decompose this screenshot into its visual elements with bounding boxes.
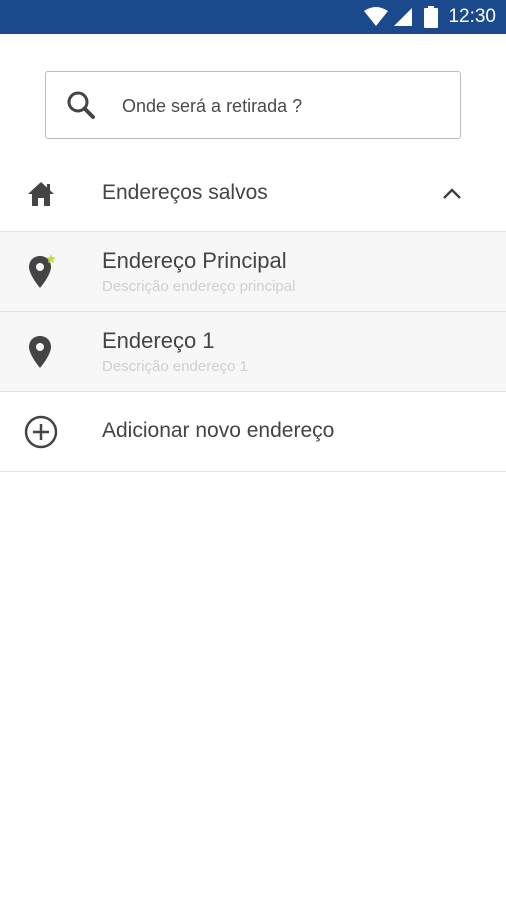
address-item-principal[interactable]: Endereço Principal Descrição endereço pr… [0,232,506,312]
status-time: 12:30 [448,6,496,27]
add-address-button[interactable]: Adicionar novo endereço [0,392,506,472]
location-pin-icon [29,336,51,368]
saved-addresses-header[interactable]: Endereços salvos [0,155,506,232]
address-description: Descrição endereço principal [102,278,296,295]
add-circle-icon [24,415,58,449]
battery-icon [424,6,439,28]
main-address-pin-icon [29,254,56,288]
section-title: Endereços salvos [102,181,268,204]
signal-icon [394,8,413,26]
wifi-icon [364,7,389,26]
search-input[interactable] [122,91,442,121]
add-address-label: Adicionar novo endereço [102,419,335,442]
status-icons: 12:30 [364,0,496,34]
status-bar: 12:30 [0,0,506,34]
home-icon [28,182,54,206]
address-name: Endereço Principal [102,248,287,273]
search-icon [67,91,95,119]
chevron-up-icon[interactable] [442,186,462,200]
address-name: Endereço 1 [102,328,215,353]
address-item-1[interactable]: Endereço 1 Descrição endereço 1 [0,312,506,392]
search-box[interactable] [45,71,461,139]
address-description: Descrição endereço 1 [102,358,248,375]
